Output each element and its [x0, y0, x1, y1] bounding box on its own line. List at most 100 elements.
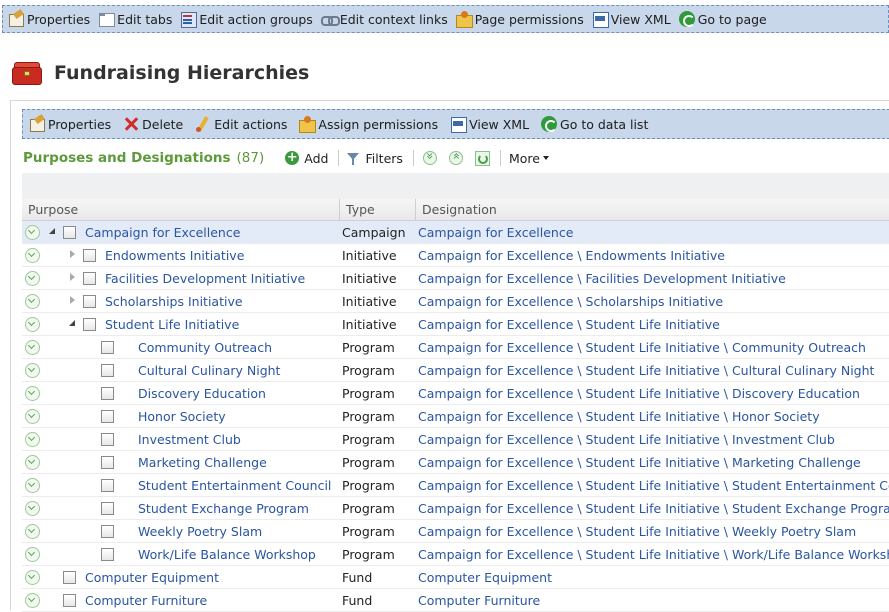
row-checkbox[interactable] — [101, 478, 114, 492]
purpose-name[interactable]: Marketing Challenge — [138, 455, 267, 470]
purpose-name[interactable]: Honor Society — [138, 409, 226, 424]
designation-link[interactable]: Campaign for Excellence \ Student Life I… — [416, 547, 889, 562]
column-header-purpose[interactable]: Purpose — [22, 198, 340, 221]
row-checkbox[interactable] — [83, 271, 96, 285]
table-row[interactable]: Weekly Poetry Slam Program Campaign for … — [22, 520, 889, 543]
designation-link[interactable]: Campaign for Excellence \ Facilities Dev… — [416, 271, 889, 286]
row-checkbox[interactable] — [101, 409, 114, 423]
row-expand-icon[interactable] — [24, 316, 40, 332]
row-checkbox[interactable] — [101, 524, 114, 538]
table-row[interactable]: Community Outreach Program Campaign for … — [22, 336, 889, 359]
purpose-name[interactable]: Community Outreach — [138, 340, 272, 355]
table-row[interactable]: Computer Furniture Fund Computer Furnitu… — [22, 589, 889, 612]
row-expand-icon[interactable] — [24, 454, 40, 470]
tree-expand-icon[interactable] — [68, 296, 78, 306]
designation-link[interactable]: Campaign for Excellence \ Student Life I… — [416, 340, 889, 355]
table-row[interactable]: Computer Equipment Fund Computer Equipme… — [22, 566, 889, 589]
row-expand-icon[interactable] — [24, 247, 40, 263]
designation-link[interactable]: Campaign for Excellence \ Student Life I… — [416, 501, 889, 516]
tree-expand-icon[interactable] — [68, 250, 78, 260]
row-checkbox[interactable] — [101, 432, 114, 446]
column-header-designation[interactable]: Designation — [416, 199, 889, 221]
row-expand-icon[interactable] — [24, 477, 40, 493]
designation-link[interactable]: Campaign for Excellence \ Student Life I… — [416, 455, 889, 470]
designation-link[interactable]: Campaign for Excellence \ Student Life I… — [416, 432, 889, 447]
row-expand-icon[interactable] — [24, 339, 40, 355]
row-checkbox[interactable] — [101, 340, 114, 354]
add-button[interactable]: Add — [284, 150, 328, 166]
row-checkbox[interactable] — [83, 294, 96, 308]
table-row[interactable]: Student Exchange Program Program Campaig… — [22, 497, 889, 520]
tree-expand-icon[interactable] — [68, 273, 78, 283]
table-row[interactable]: Endowments Initiative Initiative Campaig… — [22, 244, 889, 267]
tree-collapse-icon[interactable] — [68, 319, 78, 329]
delete-button[interactable]: Delete — [123, 116, 183, 132]
purpose-name[interactable]: Student Entertainment Council — [138, 478, 331, 493]
table-row[interactable]: Honor Society Program Campaign for Excel… — [22, 405, 889, 428]
row-expand-icon[interactable] — [24, 500, 40, 516]
column-header-type[interactable]: Type — [340, 198, 416, 221]
designation-link[interactable]: Campaign for Excellence \ Student Life I… — [416, 386, 889, 401]
row-expand-icon[interactable] — [24, 569, 40, 585]
designation-link[interactable]: Campaign for Excellence \ Student Life I… — [416, 524, 889, 539]
row-checkbox[interactable] — [101, 455, 114, 469]
designation-link[interactable]: Campaign for Excellence — [416, 225, 889, 240]
table-row[interactable]: Facilities Development Initiative Initia… — [22, 267, 889, 290]
edit-actions-button[interactable]: Edit actions — [195, 116, 287, 132]
edit-context-links-button[interactable]: Edit context links — [320, 11, 448, 27]
filters-button[interactable]: Filters — [345, 150, 403, 166]
designation-link[interactable]: Campaign for Excellence \ Student Life I… — [416, 317, 889, 332]
table-row[interactable]: Marketing Challenge Program Campaign for… — [22, 451, 889, 474]
refresh-button[interactable] — [474, 150, 490, 166]
row-checkbox[interactable] — [101, 386, 114, 400]
page-permissions-button[interactable]: Page permissions — [455, 11, 584, 28]
purpose-name[interactable]: Facilities Development Initiative — [105, 271, 305, 286]
row-checkbox[interactable] — [101, 501, 114, 515]
purpose-name[interactable]: Investment Club — [138, 432, 241, 447]
view-xml-button[interactable]: View XML — [450, 116, 529, 133]
row-expand-icon[interactable] — [24, 546, 40, 562]
go-to-data-list-button[interactable]: Go to data list — [541, 116, 648, 132]
purpose-name[interactable]: Work/Life Balance Workshop — [138, 547, 316, 562]
designation-link[interactable]: Campaign for Excellence \ Scholarships I… — [416, 294, 889, 309]
table-row[interactable]: Student Life Initiative Initiative Campa… — [22, 313, 889, 336]
row-expand-icon[interactable] — [24, 523, 40, 539]
collapse-all-button[interactable] — [448, 150, 464, 166]
table-row[interactable]: Cultural Culinary Night Program Campaign… — [22, 359, 889, 382]
row-checkbox[interactable] — [63, 225, 76, 239]
purpose-name[interactable]: Endowments Initiative — [105, 248, 244, 263]
row-checkbox[interactable] — [83, 317, 96, 331]
purpose-name[interactable]: Cultural Culinary Night — [138, 363, 280, 378]
properties-button[interactable]: Properties — [29, 116, 111, 132]
row-expand-icon[interactable] — [24, 293, 40, 309]
purpose-name[interactable]: Student Life Initiative — [105, 317, 239, 332]
table-row[interactable]: Investment Club Program Campaign for Exc… — [22, 428, 889, 451]
edit-action-groups-button[interactable]: Edit action groups — [180, 11, 313, 28]
assign-permissions-button[interactable]: Assign permissions — [299, 116, 438, 133]
row-expand-icon[interactable] — [24, 431, 40, 447]
expand-all-button[interactable] — [422, 150, 438, 166]
table-row[interactable]: Scholarships Initiative Initiative Campa… — [22, 290, 889, 313]
purpose-name[interactable]: Computer Equipment — [85, 570, 219, 585]
row-checkbox[interactable] — [83, 248, 96, 262]
go-to-page-button[interactable]: Go to page — [678, 11, 767, 27]
purpose-name[interactable]: Discovery Education — [138, 386, 266, 401]
designation-link[interactable]: Computer Equipment — [416, 570, 889, 585]
purpose-name[interactable]: Student Exchange Program — [138, 501, 309, 516]
design-view-xml-button[interactable]: View XML — [592, 11, 671, 28]
row-expand-icon[interactable] — [24, 224, 40, 240]
purpose-name[interactable]: Scholarships Initiative — [105, 294, 243, 309]
purpose-name[interactable]: Campaign for Excellence — [85, 225, 240, 240]
table-row[interactable]: Student Entertainment Council Program Ca… — [22, 474, 889, 497]
table-row[interactable]: Campaign for Excellence Campaign Campaig… — [22, 221, 889, 244]
purpose-name[interactable]: Computer Furniture — [85, 593, 207, 608]
row-expand-icon[interactable] — [24, 385, 40, 401]
more-menu-button[interactable]: More — [509, 151, 549, 166]
row-expand-icon[interactable] — [24, 592, 40, 608]
designation-link[interactable]: Campaign for Excellence \ Student Life I… — [416, 478, 889, 493]
table-row[interactable]: Discovery Education Program Campaign for… — [22, 382, 889, 405]
designation-link[interactable]: Campaign for Excellence \ Endowments Ini… — [416, 248, 889, 263]
row-checkbox[interactable] — [63, 593, 76, 607]
row-checkbox[interactable] — [101, 363, 114, 377]
edit-tabs-button[interactable]: Edit tabs — [98, 11, 172, 27]
